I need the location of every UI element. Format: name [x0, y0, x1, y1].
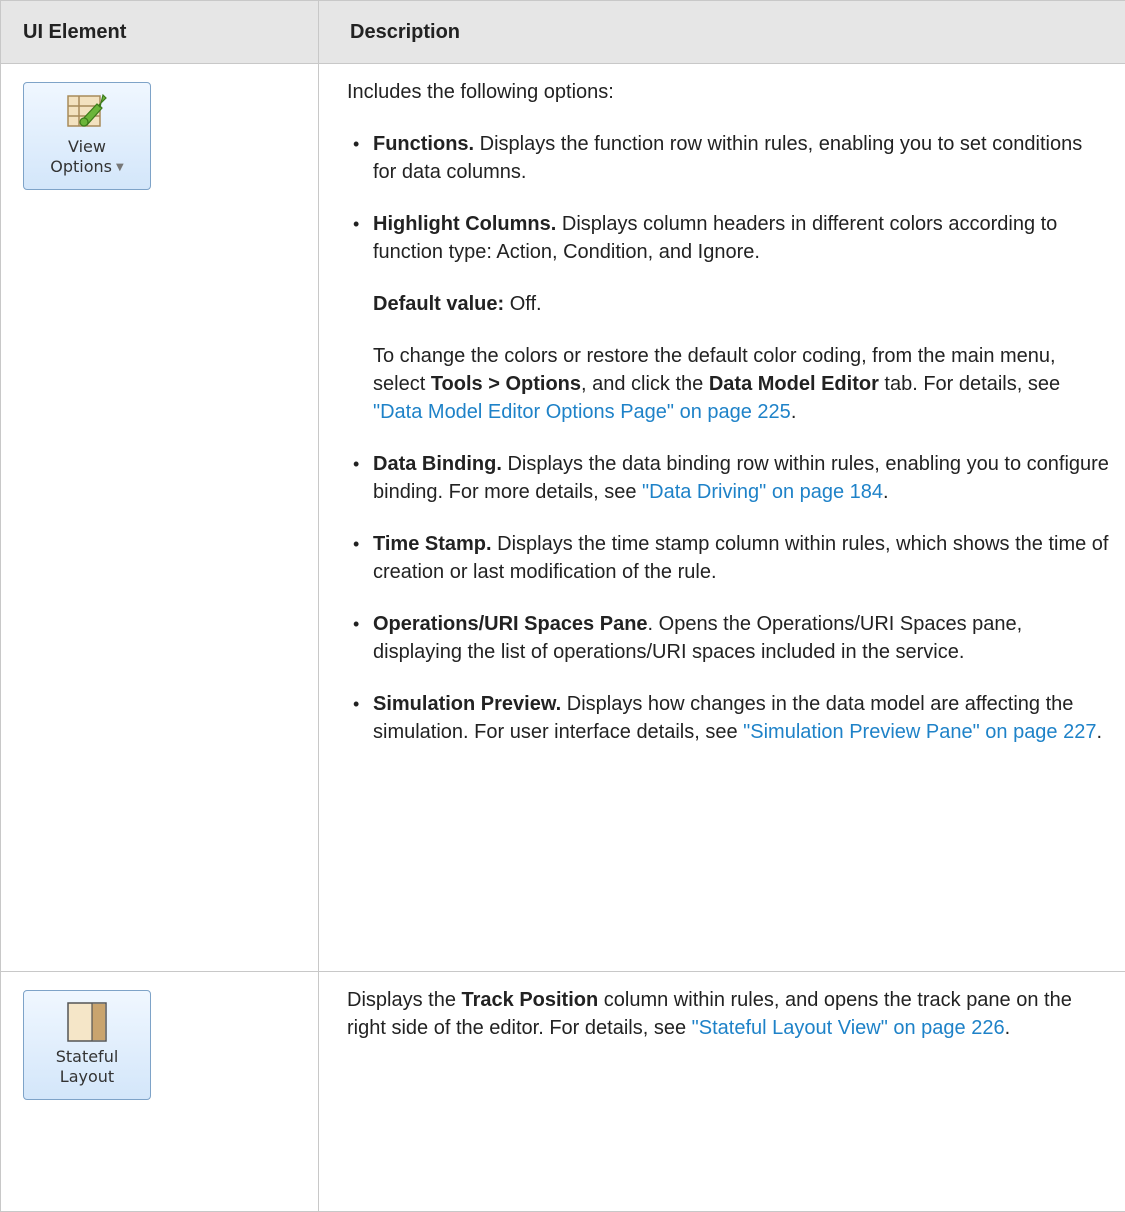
table-row: View Options▼ Includes the following opt… — [1, 64, 1125, 972]
view-options-label-1: View — [24, 137, 150, 157]
description-cell: Includes the following options: Function… — [319, 64, 1125, 972]
options-list: Functions. Displays the function row wit… — [347, 130, 1111, 746]
ui-element-cell: Stateful Layout — [1, 972, 319, 1212]
simulation-preview-pane-link[interactable]: "Simulation Preview Pane" on page 227 — [743, 721, 1096, 743]
header-ui-element: UI Element — [1, 1, 319, 64]
stateful-layout-button[interactable]: Stateful Layout — [23, 990, 151, 1100]
stateful-layout-icon — [64, 999, 110, 1045]
data-driving-link[interactable]: "Data Driving" on page 184 — [642, 481, 883, 503]
table-header-row: UI Element Description — [1, 1, 1125, 64]
view-options-icon — [65, 91, 109, 135]
stateful-layout-label-2: Layout — [24, 1067, 150, 1087]
list-item-data-binding: Data Binding. Displays the data binding … — [373, 450, 1111, 506]
list-item-operations-pane: Operations/URI Spaces Pane. Opens the Op… — [373, 610, 1111, 666]
stateful-layout-view-link[interactable]: "Stateful Layout View" on page 226 — [692, 1017, 1005, 1039]
list-item-highlight-columns: Highlight Columns. Displays column heade… — [373, 210, 1111, 426]
ui-element-cell: View Options▼ — [1, 64, 319, 972]
list-item-simulation-preview: Simulation Preview. Displays how changes… — [373, 690, 1111, 746]
default-value-text: Default value: Off. — [373, 290, 1111, 318]
dropdown-arrow-icon: ▼ — [116, 162, 124, 173]
list-item-time-stamp: Time Stamp. Displays the time stamp colu… — [373, 530, 1111, 586]
data-model-editor-options-link[interactable]: "Data Model Editor Options Page" on page… — [373, 401, 791, 423]
intro-text: Includes the following options: — [347, 78, 1111, 106]
stateful-layout-description: Displays the Track Position column withi… — [347, 986, 1111, 1042]
ui-element-table: UI Element Description View Options▼ Inc… — [0, 0, 1125, 1212]
list-item-functions: Functions. Displays the function row wit… — [373, 130, 1111, 186]
stateful-layout-label-1: Stateful — [24, 1047, 150, 1067]
color-instructions-text: To change the colors or restore the defa… — [373, 342, 1111, 426]
view-options-button[interactable]: View Options▼ — [23, 82, 151, 190]
description-cell: Displays the Track Position column withi… — [319, 972, 1125, 1212]
view-options-label-2: Options▼ — [24, 157, 150, 178]
table-row: Stateful Layout Displays the Track Posit… — [1, 972, 1125, 1212]
header-description: Description — [319, 1, 1125, 64]
